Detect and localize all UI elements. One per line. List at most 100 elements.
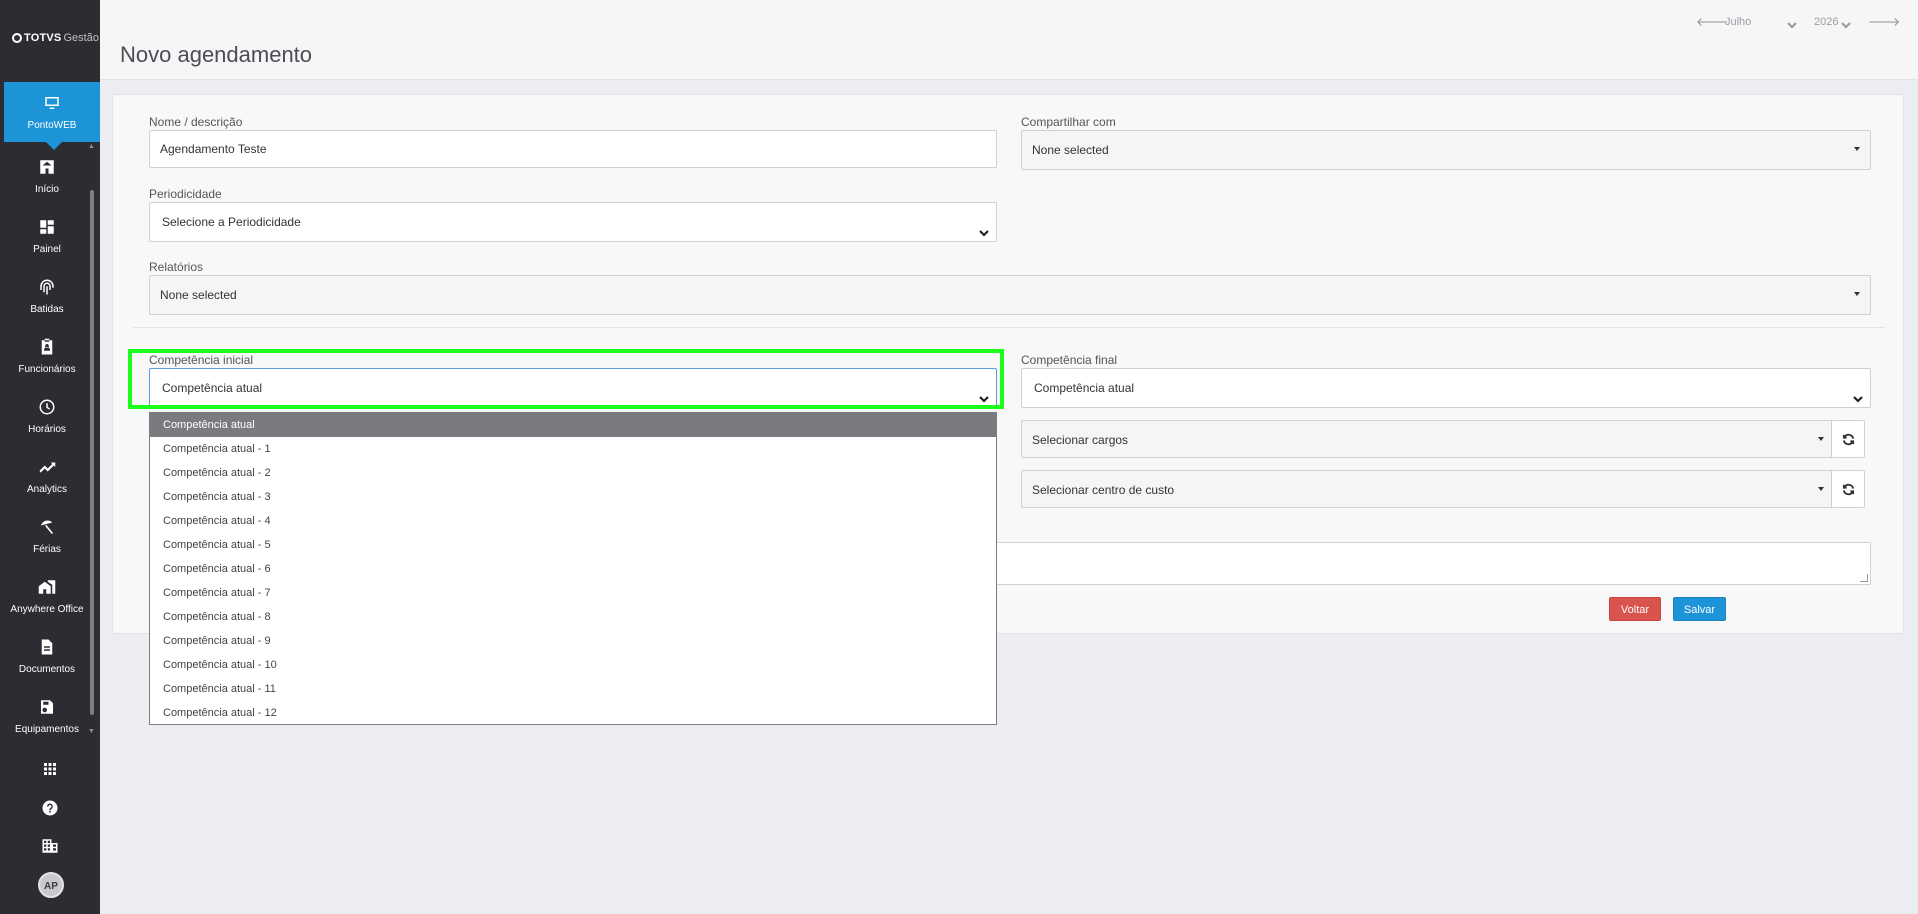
relatorios-value: None selected [160, 288, 237, 302]
year-select[interactable]: 2026 [1814, 16, 1838, 28]
refresh-centro-custo-button[interactable] [1831, 470, 1865, 508]
sidebar-item-anywhere-office[interactable]: Anywhere Office [4, 578, 90, 615]
sidebar-item-label: Analytics [26, 484, 67, 495]
nome-input[interactable]: Agendamento Teste [149, 130, 997, 168]
sidebar-item-label: Documentos [18, 664, 76, 675]
cargos-multiselect[interactable]: Selecionar cargos [1021, 420, 1835, 458]
document-icon [38, 638, 56, 656]
sidebar-item-label: Painel [33, 244, 61, 255]
periodicidade-value: Selecione a Periodicidade [162, 215, 301, 229]
sidebar-item-documentos[interactable]: Documentos [4, 638, 90, 675]
dropdown-option[interactable]: Competência atual - 10 [150, 653, 996, 677]
sidebar-item-batidas[interactable]: Batidas [4, 278, 90, 315]
refresh-cargos-button[interactable] [1831, 420, 1865, 458]
periodicidade-select[interactable]: Selecione a Periodicidade [149, 202, 997, 242]
competencia-final-label: Competência final [1021, 353, 1118, 367]
apps-grid-icon[interactable] [40, 760, 60, 780]
centro-custo-value: Selecionar centro de custo [1032, 483, 1175, 497]
nome-label: Nome / descrição [149, 115, 243, 129]
dropdown-option[interactable]: Competência atual - 2 [150, 461, 996, 485]
dropdown-option[interactable]: Competência atual - 7 [150, 581, 996, 605]
device-icon [38, 698, 56, 716]
dropdown-option[interactable]: Competência atual - 12 [150, 701, 996, 725]
building-icon[interactable] [40, 837, 60, 857]
sidebar-item-analytics[interactable]: Analytics [4, 458, 90, 495]
competencia-inicial-label: Competência inicial [149, 353, 254, 367]
dropdown-option[interactable]: Competência atual [150, 413, 996, 437]
avatar[interactable]: AP [38, 872, 64, 898]
page-title: Novo agendamento [120, 42, 313, 67]
logo-mark-icon [12, 33, 22, 43]
section-divider [133, 327, 1885, 328]
sidebar-item-label: Férias [33, 544, 61, 555]
month-select[interactable]: Julho [1725, 16, 1751, 28]
chevron-down-icon [1852, 382, 1864, 403]
centro-custo-multiselect[interactable]: Selecionar centro de custo [1021, 470, 1835, 508]
dropdown-option[interactable]: Competência atual - 1 [150, 437, 996, 461]
dropdown-option[interactable]: Competência atual - 4 [150, 509, 996, 533]
scroll-down-arrow[interactable]: ▼ [88, 728, 95, 735]
totvs-logo[interactable]: TOTVS Gestão [12, 32, 99, 44]
sidebar-item-painel[interactable]: Painel [4, 218, 90, 255]
badge-icon [38, 338, 56, 356]
caret-down-icon [1818, 487, 1824, 491]
sidebar-item-equipamentos[interactable]: Equipamentos [4, 698, 90, 735]
sidebar-item-label: Início [35, 184, 59, 195]
logo-word: TOTVS [24, 32, 62, 44]
prev-month-arrow-icon[interactable]: 🡐 [1696, 14, 1728, 29]
compartilhar-value: None selected [1032, 143, 1109, 157]
sidebar-item-label: Equipamentos [15, 724, 79, 735]
dropdown-option[interactable]: Competência atual - 11 [150, 677, 996, 701]
home-icon [38, 158, 56, 176]
caret-down-icon [1854, 147, 1860, 151]
dropdown-option[interactable]: Competência atual - 6 [150, 557, 996, 581]
refresh-icon [1842, 433, 1855, 446]
active-caret [46, 142, 62, 150]
caret-down-icon [1854, 292, 1860, 296]
dashboard-icon [38, 218, 56, 236]
refresh-icon [1842, 483, 1855, 496]
sidebar-item-pontoweb[interactable]: PontoWEB [4, 82, 100, 150]
cargos-value: Selecionar cargos [1032, 433, 1129, 447]
competencia-final-select[interactable]: Competência atual [1021, 368, 1871, 408]
month-chevron-down-icon[interactable] [1786, 18, 1798, 30]
sidebar-item-label: Horários [28, 424, 66, 435]
sidebar-item-inicio[interactable]: Início [4, 158, 90, 195]
caret-down-icon [1818, 437, 1824, 441]
chevron-down-icon [978, 216, 990, 237]
compartilhar-label: Compartilhar com [1021, 115, 1116, 129]
monitor-icon [43, 94, 61, 112]
sidebar-scrollbar[interactable] [90, 190, 94, 715]
dropdown-option[interactable]: Competência atual - 9 [150, 629, 996, 653]
competencia-inicial-value: Competência atual [162, 381, 263, 395]
scroll-up-arrow[interactable]: ▲ [88, 143, 95, 150]
sidebar: TOTVS Gestão PontoWEB Início Painel Bati… [0, 0, 100, 914]
compartilhar-multiselect[interactable]: None selected [1021, 130, 1871, 170]
sidebar-item-funcionarios[interactable]: Funcionários [4, 338, 90, 375]
help-icon[interactable] [40, 799, 60, 819]
fingerprint-icon [38, 278, 56, 296]
home-work-icon [38, 578, 56, 596]
relatorios-multiselect[interactable]: None selected [149, 275, 1871, 315]
logo-sub: Gestão [63, 32, 99, 44]
sidebar-item-label: PontoWEB [27, 120, 77, 131]
competencia-inicial-select[interactable]: Competência atual [149, 368, 997, 408]
beach-umbrella-icon [38, 518, 56, 536]
dropdown-option[interactable]: Competência atual - 8 [150, 605, 996, 629]
trending-up-icon [38, 458, 56, 476]
year-chevron-down-icon[interactable] [1840, 18, 1852, 30]
next-month-arrow-icon[interactable]: 🡒 [1868, 14, 1900, 29]
dropdown-option[interactable]: Competência atual - 5 [150, 533, 996, 557]
sidebar-item-ferias[interactable]: Férias [4, 518, 90, 555]
salvar-button[interactable]: Salvar [1673, 597, 1726, 621]
relatorios-label: Relatórios [149, 260, 204, 274]
clock-icon [38, 398, 56, 416]
sidebar-item-label: Batidas [30, 304, 64, 315]
resize-handle[interactable] [1860, 574, 1868, 582]
voltar-button[interactable]: Voltar [1609, 597, 1661, 621]
header: Novo agendamento 🡐 Julho 2026 🡒 [100, 0, 1918, 80]
competencia-inicial-dropdown-list[interactable]: Competência atual Competência atual - 1 … [149, 412, 997, 725]
competencia-final-value: Competência atual [1034, 381, 1135, 395]
sidebar-item-horarios[interactable]: Horários [4, 398, 90, 435]
dropdown-option[interactable]: Competência atual - 3 [150, 485, 996, 509]
